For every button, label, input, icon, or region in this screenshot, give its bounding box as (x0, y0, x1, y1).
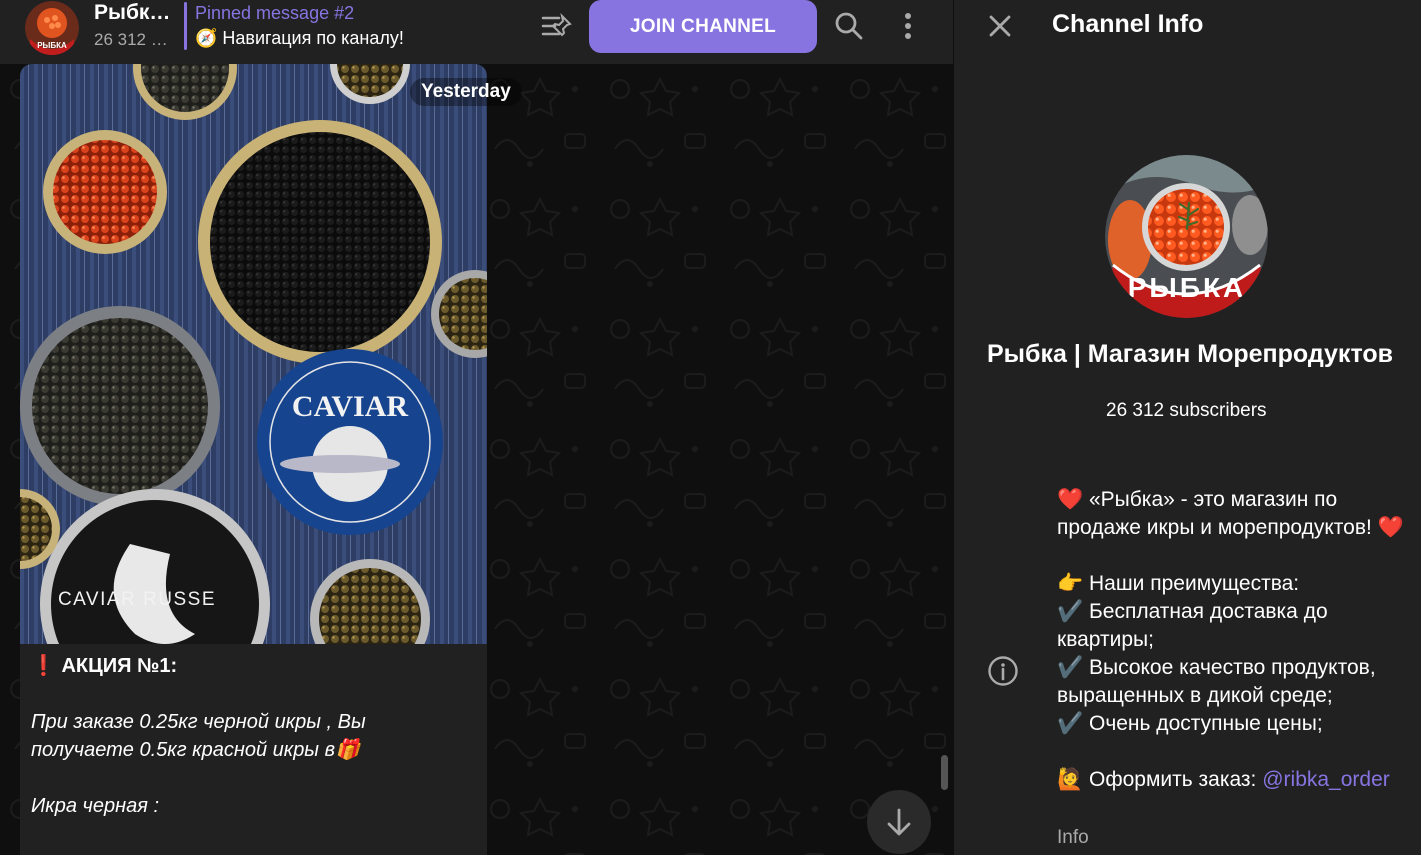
chat-header: РЫБКА Рыбк… 26 312 … Pinned message #2 🧭… (0, 0, 953, 64)
search-icon[interactable] (833, 10, 865, 42)
avatar-logo-text: РЫБКА (37, 41, 67, 50)
description-label: Info (1057, 827, 1089, 848)
message-line-4: получаете 0.5кг красной икры в🎁 (31, 739, 360, 761)
channel-avatar[interactable]: РЫБКА (25, 1, 79, 55)
pinned-message-text[interactable]: 🧭 Навигация по каналу! (195, 28, 404, 49)
desc-spacer (1057, 542, 1407, 570)
subscriber-count: 26 312 … (94, 30, 168, 49)
channel-title[interactable]: Рыбк… (94, 1, 170, 25)
desc-intro: ❤️ «Рыбка» - это магазин по продаже икры… (1057, 488, 1404, 539)
message-text: ❗ АКЦИЯ №1: При заказе 0.25кг черной икр… (31, 652, 476, 820)
pinned-indicator-bar (184, 2, 187, 50)
pinned-message-title[interactable]: Pinned message #2 (195, 3, 354, 24)
message-line-6: Икра черная : (31, 795, 160, 817)
message-line-5 (31, 764, 476, 792)
message-line-1: ❗ АКЦИЯ №1: (31, 655, 178, 677)
panel-title: Channel Info (1052, 10, 1204, 38)
desc-spacer (1057, 738, 1407, 766)
subscriber-count: 26 312 subscribers (1106, 400, 1267, 421)
channel-name: Рыбка | Магазин Морепродуктов (987, 340, 1393, 368)
date-separator: Yesterday (410, 78, 522, 106)
message-bubble[interactable]: CAVIAR CAVIAR RUSSE ❗ АКЦИЯ №1: При зака… (20, 64, 487, 855)
desc-advantage-1: ✔️ Бесплатная доставка до квартиры; (1057, 600, 1328, 651)
message-photo[interactable]: CAVIAR CAVIAR RUSSE (20, 64, 487, 644)
desc-advantage-3: ✔️ Очень доступные цены; (1057, 712, 1323, 735)
chat-scrollbar[interactable] (941, 755, 948, 790)
join-channel-button[interactable]: JOIN CHANNEL (589, 0, 817, 53)
message-line-3: При заказе 0.25кг черной икры , Вы (31, 711, 366, 733)
more-options-icon[interactable] (894, 10, 922, 42)
desc-order-prefix: 🙋 Оформить заказ: (1057, 768, 1263, 791)
channel-description: ❤️ «Рыбка» - это магазин по продаже икры… (1057, 486, 1407, 794)
order-contact-link[interactable]: @ribka_order (1262, 768, 1390, 791)
desc-advantages-title: 👉 Наши преимущества: (1057, 572, 1300, 595)
info-icon (988, 656, 1018, 686)
scroll-to-bottom-button[interactable] (867, 790, 931, 854)
channel-profile-photo[interactable]: РЫБКА (1105, 155, 1268, 318)
avatar-logo-text: РЫБКА (1128, 272, 1247, 303)
message-line-2 (31, 680, 476, 708)
channel-info-panel: Channel Info РЫБКА Рыбка | Магазин Мореп… (953, 0, 1421, 855)
chat-column: РЫБКА Рыбк… 26 312 … Pinned message #2 🧭… (0, 0, 953, 855)
desc-advantage-2: ✔️ Высокое качество продуктов, выращенны… (1057, 656, 1376, 707)
desc-order-line: 🙋 Оформить заказ: @ribka_order (1057, 766, 1407, 794)
pinned-list-icon[interactable] (540, 12, 574, 40)
close-icon[interactable] (987, 13, 1013, 39)
arrow-down-icon (887, 808, 911, 836)
photo-caviar-russe-label: CAVIAR RUSSE (58, 589, 216, 610)
photo-caviar-label: CAVIAR (292, 390, 408, 423)
